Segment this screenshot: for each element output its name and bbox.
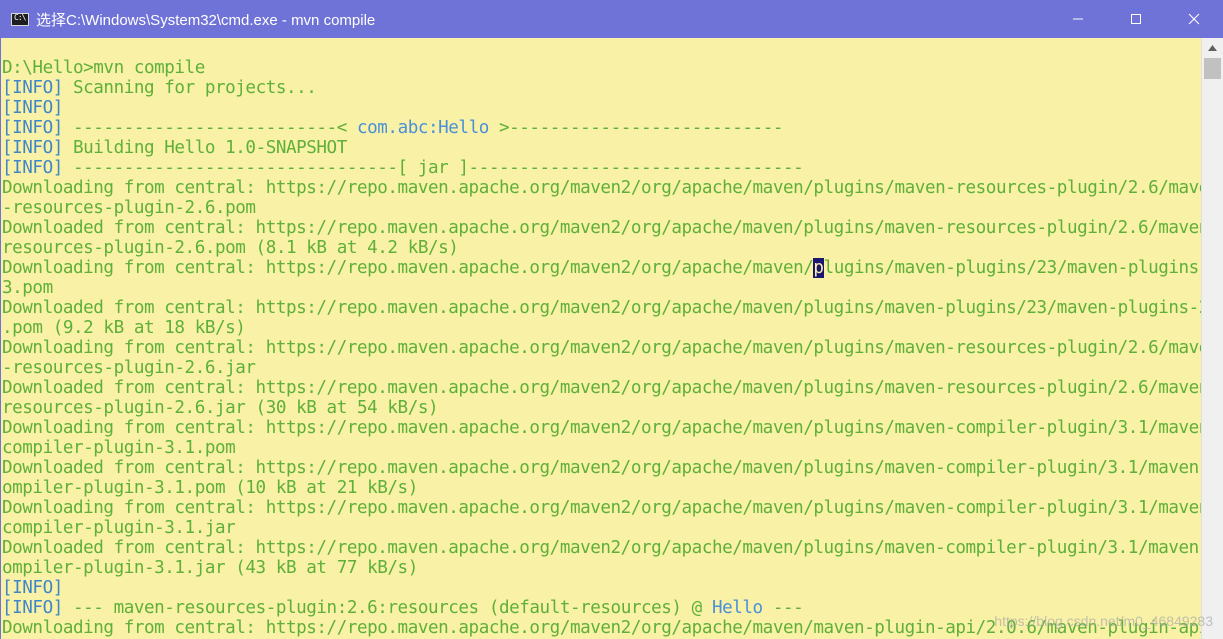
text-cursor: p	[813, 258, 824, 278]
console-line: compiler-plugin-3.1.pom	[2, 438, 1201, 458]
scroll-up-button[interactable]	[1202, 38, 1223, 58]
console-line: [INFO] Building Hello 1.0-SNAPSHOT	[2, 138, 1201, 158]
console-output[interactable]: D:\Hello>mvn compile [INFO] Scanning for …	[0, 38, 1201, 639]
window-controls	[1049, 0, 1223, 38]
info-tag: [INFO]	[2, 578, 63, 598]
console-text: .pom (9.2 kB at 18 kB/s)	[2, 318, 246, 338]
console-text: Building Hello 1.0-SNAPSHOT	[62, 138, 347, 158]
console-line: Downloaded from central: https://repo.ma…	[2, 218, 1201, 238]
console-line: resources-plugin-2.6.pom (8.1 kB at 4.2 …	[2, 238, 1201, 258]
maximize-button[interactable]	[1107, 0, 1165, 38]
console-text: lugins/maven-plugins/23/maven-plugins-2	[823, 258, 1201, 278]
info-tag: [INFO]	[2, 598, 63, 618]
console-text: resources-plugin-2.6.pom (8.1 kB at 4.2 …	[2, 238, 459, 258]
console-line: [INFO]	[2, 98, 1201, 118]
console-line: ompiler-plugin-3.1.pom (10 kB at 21 kB/s…	[2, 478, 1201, 498]
console-line: Downloading from central: https://repo.m…	[2, 258, 1201, 278]
console-line: ompiler-plugin-3.1.jar (43 kB at 77 kB/s…	[2, 558, 1201, 578]
console-line: [INFO] --------------------------------[…	[2, 158, 1201, 178]
console-text: Hello	[711, 598, 763, 618]
console-text: Downloaded from central: https://repo.ma…	[2, 538, 1201, 558]
console-line: [INFO]	[2, 578, 1201, 598]
console-text: Scanning for projects...	[62, 78, 317, 98]
console-line: Downloading from central: https://repo.m…	[2, 498, 1201, 518]
console-text: Downloading from central: https://repo.m…	[2, 338, 1201, 358]
vertical-scrollbar[interactable]	[1201, 38, 1223, 639]
info-tag: [INFO]	[2, 78, 63, 98]
console-text: Downloaded from central: https://repo.ma…	[2, 378, 1201, 398]
console-line: Downloading from central: https://repo.m…	[2, 338, 1201, 358]
cmd-app-icon[interactable]: C:\	[11, 12, 29, 26]
console-text: Downloaded from central: https://repo.ma…	[2, 298, 1201, 318]
console-line: Downloaded from central: https://repo.ma…	[2, 298, 1201, 318]
maximize-icon	[1131, 14, 1141, 24]
console-line: .pom (9.2 kB at 18 kB/s)	[2, 318, 1201, 338]
console-line: Downloaded from central: https://repo.ma…	[2, 458, 1201, 478]
console-text: Downloading from central: https://repo.m…	[2, 178, 1201, 198]
console-text: --------------------------<	[62, 118, 357, 138]
console-text: ompiler-plugin-3.1.jar (43 kB at 77 kB/s…	[2, 558, 418, 578]
console-line: Downloaded from central: https://repo.ma…	[2, 378, 1201, 398]
scroll-thumb[interactable]	[1204, 58, 1221, 79]
console-text: --- maven-resources-plugin:2.6:resources…	[62, 598, 712, 618]
console-text: compiler-plugin-3.1.pom	[2, 438, 236, 458]
console-text: ompiler-plugin-3.1.pom (10 kB at 21 kB/s…	[2, 478, 418, 498]
console-line: D:\Hello>mvn compile	[2, 58, 1201, 78]
console-line: Downloading from central: https://repo.m…	[2, 418, 1201, 438]
console-text: ---	[762, 598, 804, 618]
info-tag: [INFO]	[2, 158, 63, 178]
console-text: --------------------------------[ jar ]-…	[62, 158, 804, 178]
console-text: D:\Hello>mvn compile	[2, 58, 205, 78]
console-text: Downloading from central: https://repo.m…	[2, 498, 1201, 518]
console-text: Downloading from central: https://repo.m…	[2, 258, 814, 278]
console-line: compiler-plugin-3.1.jar	[2, 518, 1201, 538]
title-bar[interactable]: C:\ 选择C:\Windows\System32\cmd.exe - mvn …	[0, 0, 1223, 38]
console-text: Downloaded from central: https://repo.ma…	[2, 458, 1201, 478]
console-text: com.abc:Hello	[357, 118, 489, 138]
console-text: -resources-plugin-2.6.jar	[2, 358, 256, 378]
console-line: Downloaded from central: https://repo.ma…	[2, 538, 1201, 558]
chevron-up-icon	[1208, 45, 1217, 51]
window-title: 选择C:\Windows\System32\cmd.exe - mvn comp…	[36, 11, 376, 29]
console-text: compiler-plugin-3.1.jar	[2, 518, 236, 538]
app-icon-label: C:\	[14, 12, 26, 22]
console-text: >---------------------------	[488, 118, 783, 138]
info-tag: [INFO]	[2, 98, 63, 118]
console-line: 3.pom	[2, 278, 1201, 298]
close-button[interactable]	[1165, 0, 1223, 38]
console-line: -resources-plugin-2.6.pom	[2, 198, 1201, 218]
console-line: resources-plugin-2.6.jar (30 kB at 54 kB…	[2, 398, 1201, 418]
console-text: Downloading from central: https://repo.m…	[2, 418, 1201, 438]
minimize-icon	[1073, 18, 1083, 20]
minimize-button[interactable]	[1049, 0, 1107, 38]
console-lines: D:\Hello>mvn compile [INFO] Scanning for …	[2, 58, 1201, 638]
console-line: Downloading from central: https://repo.m…	[2, 178, 1201, 198]
console-line: [INFO] --------------------------< com.a…	[2, 118, 1201, 138]
info-tag: [INFO]	[2, 118, 63, 138]
console-text: 3.pom	[2, 278, 53, 298]
console-text: resources-plugin-2.6.jar (30 kB at 54 kB…	[2, 398, 439, 418]
console-text: -resources-plugin-2.6.pom	[2, 198, 256, 218]
watermark: https://blog.csdn.net/m0_46849283	[994, 613, 1213, 629]
console-text: Downloaded from central: https://repo.ma…	[2, 218, 1201, 238]
close-icon	[1188, 13, 1200, 25]
info-tag: [INFO]	[2, 138, 63, 158]
console-line: -resources-plugin-2.6.jar	[2, 358, 1201, 378]
console-line: [INFO] Scanning for projects...	[2, 78, 1201, 98]
